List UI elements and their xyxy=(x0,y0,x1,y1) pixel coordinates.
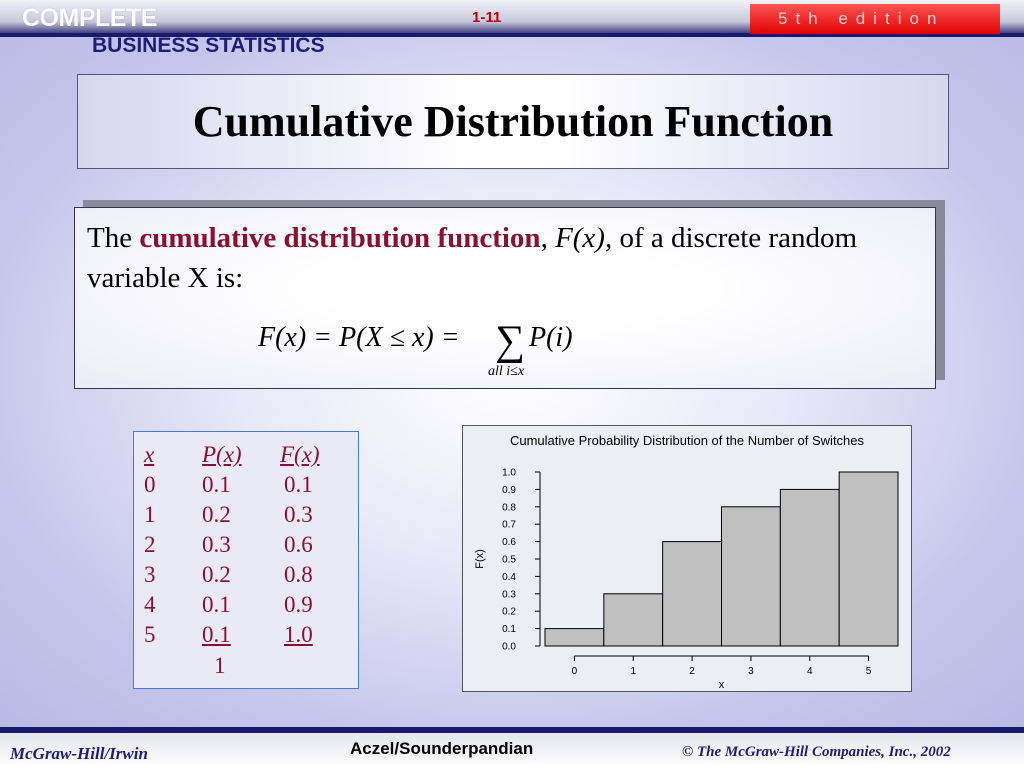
footer-authors: Aczel/Sounderpandian xyxy=(350,739,534,758)
logo-business-statistics: BUSINESS STATISTICS xyxy=(92,34,325,57)
definition-term: cumulative distribution function xyxy=(139,222,541,254)
table-cell-fx: 0.1 xyxy=(284,472,313,497)
slide-number: 1-11 xyxy=(472,9,502,26)
table-cell-px: 0.1 xyxy=(202,472,231,497)
table-cell-x: 2 xyxy=(144,532,156,557)
y-tick-label: 0.4 xyxy=(502,572,516,583)
table-cell-px: 0.1 xyxy=(202,622,231,647)
table-cell-x: 5 xyxy=(144,622,156,647)
table-header-px: P(x) xyxy=(202,442,242,467)
y-tick-label: 0.1 xyxy=(502,624,516,635)
y-tick-label: 0.8 xyxy=(502,502,516,513)
formula-main: F(x) = P(X ≤ x) = xyxy=(258,322,460,353)
chart-bar xyxy=(721,506,781,647)
table-cell-px: 0.3 xyxy=(202,532,231,557)
formula-subscript: all i≤x xyxy=(488,364,525,379)
footer-copyright: © The McGraw-Hill Companies, Inc., 2002 xyxy=(682,744,951,760)
chart-bar xyxy=(662,541,723,647)
x-tick-label: 5 xyxy=(866,666,872,677)
x-axis-label: x xyxy=(719,679,725,691)
y-axis-label: F(x) xyxy=(474,549,486,569)
table-cell-px: 0.2 xyxy=(202,502,231,527)
table-cell-x: 0 xyxy=(144,472,156,497)
table-total: 1 xyxy=(214,653,226,678)
y-tick-label: 1.0 xyxy=(502,468,516,479)
logo-complete: COMPLETE xyxy=(22,4,157,32)
definition-after-term: , xyxy=(540,222,556,254)
chart-bar xyxy=(779,488,840,647)
y-tick-label: 0.0 xyxy=(502,642,516,653)
chart-bar xyxy=(603,593,664,647)
chart-bar xyxy=(544,628,605,647)
table-cell-x: 1 xyxy=(144,502,156,527)
y-tick-label: 0.7 xyxy=(502,520,516,531)
y-tick-label: 0.2 xyxy=(502,607,516,618)
formula-summand: P(i) xyxy=(529,322,573,353)
formula-sigma: ∑ xyxy=(495,318,525,364)
edition-label: 5th edition xyxy=(778,9,945,28)
y-tick-label: 0.3 xyxy=(502,589,516,600)
cumulative-chart: Cumulative Probability Distribution of t… xyxy=(462,425,912,692)
table-cell-px: 0.2 xyxy=(202,562,231,587)
x-tick-label: 1 xyxy=(630,666,636,677)
slide-title: Cumulative Distribution Function xyxy=(192,97,834,146)
table-cell-fx: 0.9 xyxy=(284,592,313,617)
x-tick-label: 4 xyxy=(807,666,813,677)
table-header-x: x xyxy=(144,442,155,467)
title-box: Cumulative Distribution Function xyxy=(77,74,949,169)
table-cell-x: 3 xyxy=(144,562,156,587)
table-cell-px: 0.1 xyxy=(202,592,231,617)
distribution-table: x P(x) F(x) 0 0.1 0.1 1 0.2 0.3 2 0.3 0.… xyxy=(133,431,359,689)
definition-text: The cumulative distribution function, F(… xyxy=(87,218,927,298)
y-tick-label: 0.5 xyxy=(502,555,516,566)
definition-prefix: The xyxy=(87,222,140,254)
chart-bar xyxy=(838,471,899,647)
table-header-fx: F(x) xyxy=(280,442,320,467)
y-tick-label: 0.6 xyxy=(502,537,516,548)
y-tick-label: 0.9 xyxy=(502,485,516,496)
table-cell-fx: 0.3 xyxy=(284,502,313,527)
definition-box: The cumulative distribution function, F(… xyxy=(74,207,936,389)
definition-symbol: F(x) xyxy=(555,222,605,254)
x-tick-label: 0 xyxy=(572,666,578,677)
x-tick-label: 3 xyxy=(748,666,754,677)
table-cell-fx: 1.0 xyxy=(284,622,313,647)
table-cell-fx: 0.8 xyxy=(284,562,313,587)
x-tick-label: 2 xyxy=(689,666,695,677)
table-cell-x: 4 xyxy=(144,592,156,617)
chart-plot: 0.0 0.1 0.2 0.3 0.4 0.5 0.6 0.7 0.8 0.9 1.0 0 1 2 3 4 5 x… xyxy=(474,468,899,691)
table-cell-fx: 0.6 xyxy=(284,532,313,557)
footer-publisher: McGraw-Hill/Irwin xyxy=(10,744,148,763)
